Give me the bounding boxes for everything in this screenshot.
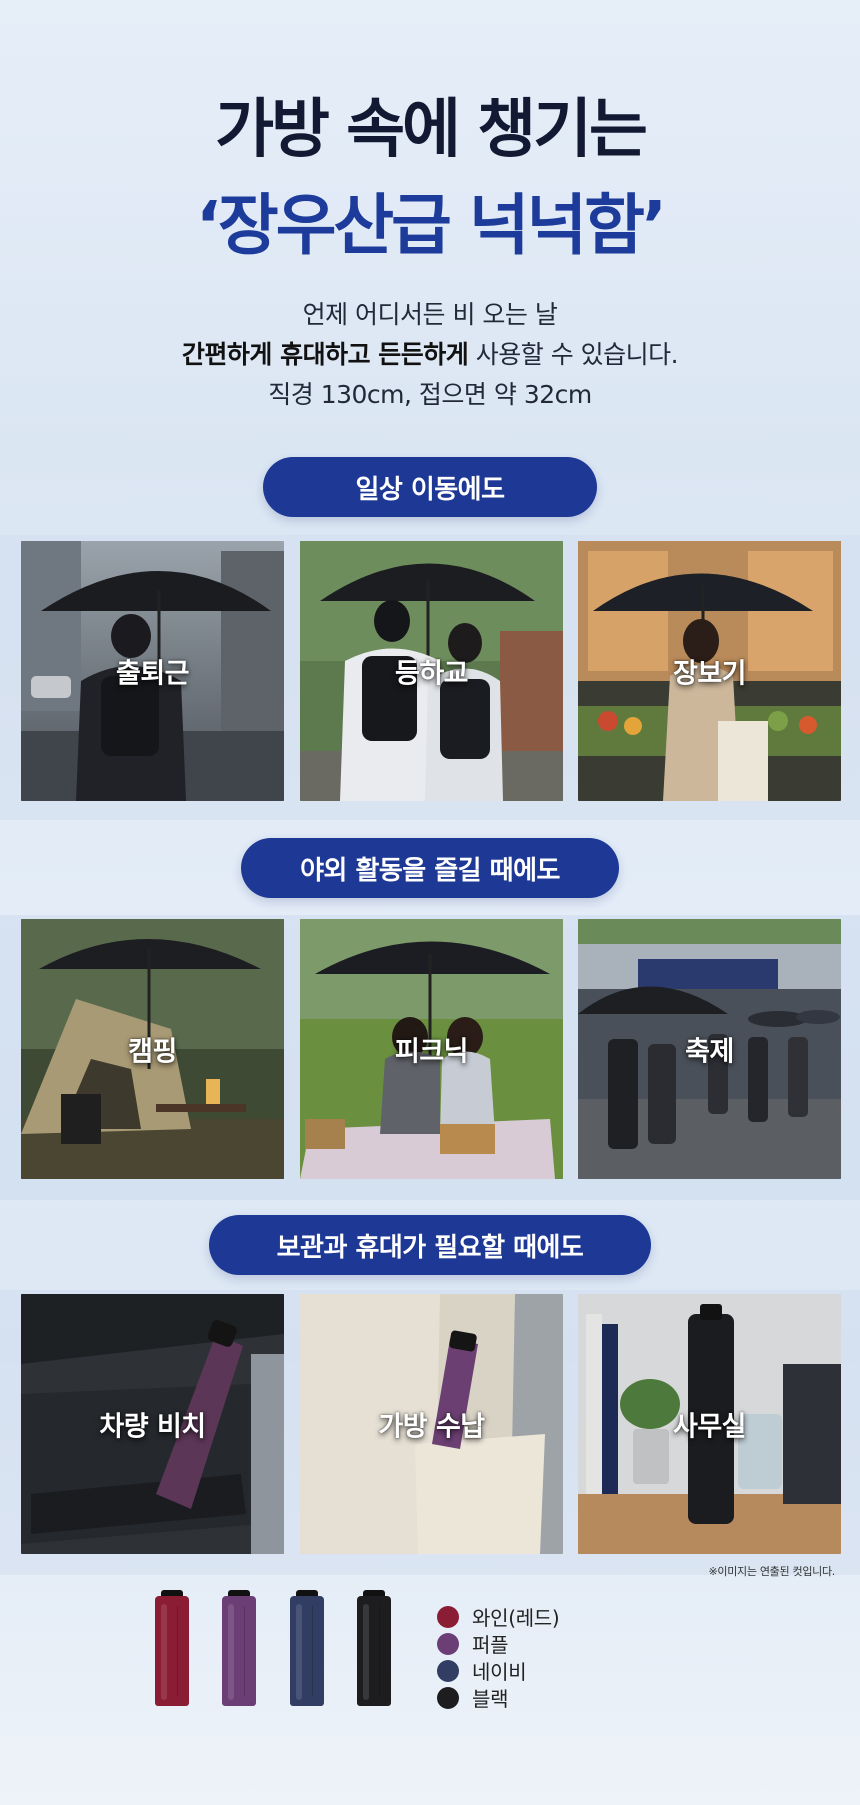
tile-label-commute: 출퇴근: [115, 658, 190, 690]
folded-umbrella-purple: [222, 1590, 256, 1714]
color-label: 와인(레드): [472, 1606, 560, 1630]
scene-commute-photo: 출퇴근: [21, 541, 284, 801]
section-title-daily: 일상 이동에도: [263, 457, 597, 517]
color-swatch: [437, 1605, 459, 1628]
color-swatch: [437, 1632, 459, 1655]
scene-grocery-photo: 장보기: [578, 541, 841, 801]
color-option-wine: 와인(레드): [437, 1603, 560, 1630]
tile-label-festival: 축제: [685, 1036, 734, 1068]
tile-label-office: 사무실: [672, 1411, 747, 1443]
section-title-storage: 보관과 휴대가 필요할 때에도: [209, 1215, 651, 1275]
color-options-legend: 와인(레드) 퍼플 네이비 블랙: [437, 1603, 560, 1711]
description-line-1: 언제 어디서든 비 오는 날: [302, 300, 558, 329]
scene-picnic-photo: 피크닉: [300, 919, 563, 1179]
color-option-purple: 퍼플: [437, 1630, 559, 1657]
color-option-navy: 네이비: [437, 1657, 559, 1684]
scene-festival-photo: 축제: [578, 919, 841, 1179]
tile-label-car: 차량 비치: [99, 1411, 206, 1443]
description-line-2-rest: 사용할 수 있습니다.: [468, 340, 679, 369]
color-label: 블랙: [472, 1687, 509, 1711]
description-spec: 직경 130cm, 접으면 약 32cm: [268, 380, 592, 409]
color-label: 네이비: [472, 1660, 527, 1684]
headline-line-1: 가방 속에 챙기는: [215, 93, 648, 167]
tile-label-camping: 캠핑: [128, 1036, 177, 1068]
description-line-2: 간편하게 휴대하고 든든하게 사용할 수 있습니다.: [0, 335, 860, 375]
color-label: 퍼플: [472, 1633, 509, 1657]
headline-line-2: ‘장우산급 넉넉함’: [195, 187, 667, 264]
section-title-outdoor: 야외 활동을 즐길 때에도: [241, 838, 619, 898]
tile-label-grocery: 장보기: [672, 658, 747, 690]
color-swatch: [437, 1686, 459, 1709]
tile-label-school: 등하교: [394, 658, 469, 690]
scene-office-photo: 사무실: [578, 1294, 841, 1554]
folded-umbrella-black: [357, 1590, 391, 1714]
color-option-black: 블랙: [437, 1684, 559, 1711]
color-swatch: [437, 1659, 459, 1682]
tile-label-picnic: 피크닉: [394, 1036, 469, 1068]
image-disclaimer: ※이미지는 연출된 컷입니다.: [708, 1565, 835, 1578]
scene-bag-photo: 가방 수납: [300, 1294, 563, 1554]
product-detail-page: 가방 속에 챙기는 ‘장우산급 넉넉함’ 언제 어디서든 비 오는 날 간편하게…: [0, 0, 860, 1805]
folded-umbrella-navy: [290, 1590, 324, 1714]
scene-car-door-photo: 차량 비치: [21, 1294, 284, 1554]
description-emphasis: 간편하게 휴대하고 든든하게: [181, 340, 469, 369]
scene-camping-photo: 캠핑: [21, 919, 284, 1179]
scene-school-photo: 등하교: [300, 541, 563, 801]
product-description: 언제 어디서든 비 오는 날 간편하게 휴대하고 든든하게 사용할 수 있습니다…: [0, 295, 860, 415]
tile-label-bag: 가방 수납: [378, 1411, 485, 1443]
folded-umbrella-wine: [155, 1590, 189, 1714]
